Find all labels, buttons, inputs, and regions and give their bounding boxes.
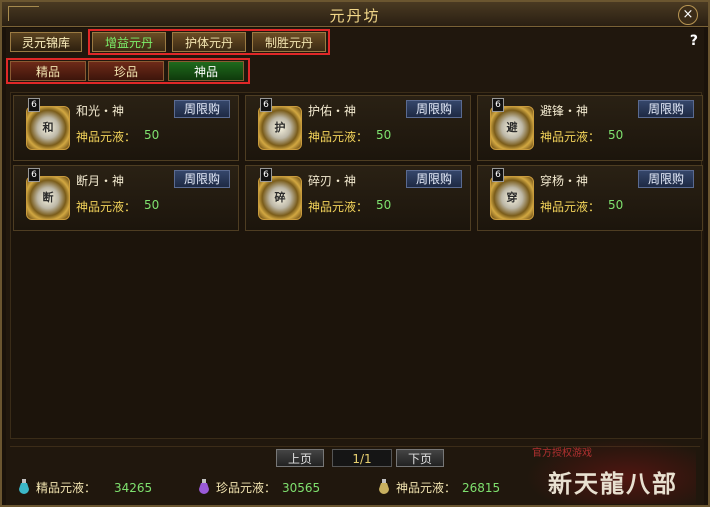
prev-page-button[interactable]: 上页: [276, 449, 324, 467]
yuandan-icon: 穿: [490, 176, 534, 220]
help-icon[interactable]: ?: [690, 33, 698, 49]
resource-bar: 精品元液： 34265 珍品元液： 30565 神品元液： 26815 官方授权…: [6, 438, 704, 505]
resource-label: 精品元液：: [36, 481, 97, 495]
yuandanfang-window: 元丹坊 × 灵元锦库 增益元丹 护体元丹 制胜元丹 ? 精品 珍品 神品 和 6…: [0, 0, 710, 507]
item-glyph: 断: [42, 191, 54, 204]
item-cost-label: 神品元液：: [76, 200, 137, 214]
weekly-limit-badge: 周限购: [406, 170, 462, 188]
next-page-button[interactable]: 下页: [396, 449, 444, 467]
item-name: 避锋・神: [540, 104, 589, 118]
yuandan-icon: 避: [490, 106, 534, 150]
game-logo: 官方授权游戏 新天龍八部: [526, 438, 696, 504]
item-cost-label: 神品元液：: [540, 200, 601, 214]
item-level-badge: 6: [492, 98, 504, 112]
resource-value: 34265: [114, 481, 153, 495]
tab-lingyuan-jinku[interactable]: 灵元锦库: [10, 32, 82, 52]
item-name: 断月・神: [76, 174, 125, 188]
close-icon: ×: [682, 7, 694, 22]
logo-text: 新天龍八部: [548, 470, 678, 498]
item-glyph: 和: [42, 121, 54, 134]
item-card[interactable]: 断 6 断月・神 神品元液： 50 周限购: [13, 165, 239, 231]
item-grid: 和 6 和光・神 神品元液： 50 周限购 护 6 护佑・神 神品元液： 50 …: [10, 92, 703, 439]
item-cost-label: 神品元液：: [308, 200, 369, 214]
resource-jingpin: 精品元液： 34265: [18, 479, 178, 497]
elixir-purple-icon: [199, 479, 209, 494]
item-name: 碎刃・神: [308, 174, 357, 188]
item-level-badge: 6: [28, 168, 40, 182]
yuandan-icon: 碎: [258, 176, 302, 220]
item-cost-value: 50: [376, 128, 392, 142]
item-cost-value: 50: [144, 128, 160, 142]
subtabs-highlight-box: [6, 58, 250, 84]
item-level-badge: 6: [260, 168, 272, 182]
item-cost-label: 神品元液：: [76, 130, 137, 144]
item-level-badge: 6: [492, 168, 504, 182]
resource-label: 珍品元液：: [216, 481, 277, 495]
main-panel: 灵元锦库 增益元丹 护体元丹 制胜元丹 ? 精品 珍品 神品 和 6 和光・神 …: [6, 28, 704, 505]
item-cost-value: 50: [376, 198, 392, 212]
item-cost-label: 神品元液：: [308, 130, 369, 144]
item-card[interactable]: 护 6 护佑・神 神品元液： 50 周限购: [245, 95, 471, 161]
window-title: 元丹坊: [329, 7, 381, 25]
item-glyph: 护: [274, 121, 286, 134]
weekly-limit-badge: 周限购: [174, 170, 230, 188]
resource-shenpin: 神品元液： 26815: [378, 479, 538, 497]
yuandan-icon: 和: [26, 106, 70, 150]
weekly-limit-badge: 周限购: [174, 100, 230, 118]
item-name: 穿杨・神: [540, 174, 589, 188]
weekly-limit-badge: 周限购: [638, 170, 694, 188]
yuandan-icon: 护: [258, 106, 302, 150]
resource-zhenpin: 珍品元液： 30565: [198, 479, 358, 497]
item-glyph: 避: [506, 121, 518, 134]
item-glyph: 碎: [274, 191, 286, 204]
logo-tagline: 官方授权游戏: [532, 448, 592, 459]
item-name: 和光・神: [76, 104, 125, 118]
item-cost-value: 50: [608, 128, 624, 142]
item-card[interactable]: 穿 6 穿杨・神 神品元液： 50 周限购: [477, 165, 703, 231]
resource-value: 26815: [462, 481, 501, 495]
item-cost-value: 50: [608, 198, 624, 212]
close-button[interactable]: ×: [678, 5, 698, 25]
tabs-highlight-box: [88, 29, 330, 55]
page-indicator: 1/1: [332, 449, 392, 467]
elixir-gold-icon: [379, 479, 389, 494]
item-cost-value: 50: [144, 198, 160, 212]
item-level-badge: 6: [28, 98, 40, 112]
weekly-limit-badge: 周限购: [406, 100, 462, 118]
item-card[interactable]: 避 6 避锋・神 神品元液： 50 周限购: [477, 95, 703, 161]
item-level-badge: 6: [260, 98, 272, 112]
item-card[interactable]: 碎 6 碎刃・神 神品元液： 50 周限购: [245, 165, 471, 231]
resource-label: 神品元液：: [396, 481, 457, 495]
resource-value: 30565: [282, 481, 321, 495]
title-bar[interactable]: 元丹坊 ×: [2, 2, 708, 27]
weekly-limit-badge: 周限购: [638, 100, 694, 118]
item-card[interactable]: 和 6 和光・神 神品元液： 50 周限购: [13, 95, 239, 161]
item-glyph: 穿: [506, 191, 518, 204]
item-cost-label: 神品元液：: [540, 130, 601, 144]
elixir-blue-icon: [19, 479, 29, 494]
item-name: 护佑・神: [308, 104, 357, 118]
yuandan-icon: 断: [26, 176, 70, 220]
